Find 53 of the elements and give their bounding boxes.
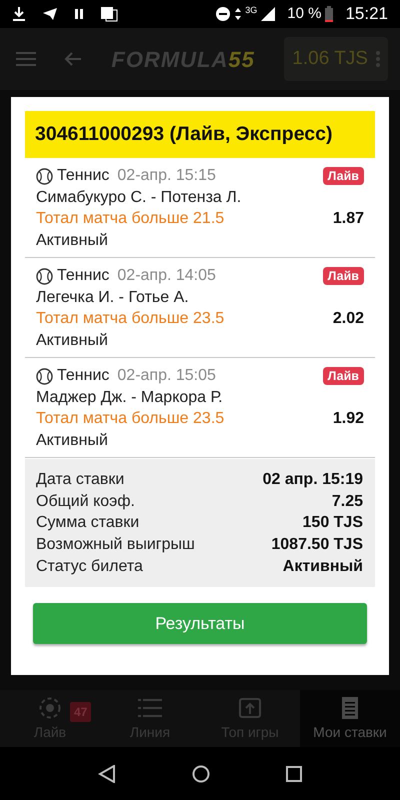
summary-label: Общий коэф. xyxy=(36,492,135,512)
dialog-title: 304611000293 (Лайв, Экспресс) xyxy=(25,111,375,158)
summary-label: Возможный выигрыш xyxy=(36,535,195,556)
bet-market: Тотал матча больше 23.5 xyxy=(36,309,224,330)
summary-value: 150 TJS xyxy=(302,513,363,534)
tennis-ball-icon xyxy=(36,168,53,184)
summary-value: 1087.50 TJS xyxy=(271,535,363,556)
signal-icon xyxy=(261,7,276,21)
summary-label: Статус билета xyxy=(36,556,143,577)
bet-market: Тотал матча больше 23.5 xyxy=(36,409,224,430)
summary-label: Сумма ставки xyxy=(36,513,140,534)
sport-name: Теннис xyxy=(57,266,110,286)
bet-status: Активный xyxy=(36,230,109,251)
data-arrows-icon xyxy=(235,7,242,21)
event-time: 02-апр. 14:05 xyxy=(117,266,216,286)
sport-name: Теннис xyxy=(57,366,110,386)
home-icon[interactable] xyxy=(192,764,210,782)
do-not-disturb-icon xyxy=(215,6,232,22)
match-teams: Легечка И. - Готье А. xyxy=(36,288,190,308)
match-teams: Симабукуро С. - Потенза Л. xyxy=(36,188,242,208)
summary-value: 7.25 xyxy=(332,492,363,512)
tennis-ball-icon xyxy=(36,268,53,284)
summary-label: Дата ставки xyxy=(36,470,124,490)
paper-plane-icon xyxy=(42,7,58,21)
clock: 15:21 xyxy=(345,3,388,26)
battery-level: 10 % xyxy=(287,4,322,24)
tennis-ball-icon xyxy=(36,368,53,384)
live-icon xyxy=(38,696,62,720)
upload-box-icon xyxy=(238,696,262,720)
event-time: 02-апр. 15:05 xyxy=(117,366,216,386)
match-teams: Маджер Дж. - Маркора Р. xyxy=(36,388,224,408)
pause-icon xyxy=(74,8,84,20)
battery-icon xyxy=(325,6,334,22)
sport-name: Теннис xyxy=(57,166,110,186)
bet-odds: 2.02 xyxy=(332,309,364,330)
recents-icon[interactable] xyxy=(286,766,302,782)
event-time: 02-апр. 15:15 xyxy=(117,166,216,186)
live-badge: Лайв xyxy=(322,167,364,185)
results-button[interactable]: Результаты xyxy=(33,603,367,644)
bet-status: Активный xyxy=(36,430,109,451)
network-type: 3G xyxy=(245,4,258,18)
bet-odds: 1.92 xyxy=(332,409,364,430)
bet-status: Активный xyxy=(36,330,109,351)
bet-odds: 1.87 xyxy=(332,209,364,230)
download-icon xyxy=(12,6,26,22)
back-icon[interactable] xyxy=(98,764,116,782)
list-icon xyxy=(138,696,162,720)
summary-value: Активный xyxy=(282,556,363,577)
live-badge: Лайв xyxy=(322,367,364,385)
nav-tab[interactable]: Мои ставки xyxy=(300,690,400,747)
live-badge: Лайв xyxy=(322,267,364,285)
bet-market: Тотал матча больше 21.5 xyxy=(36,209,224,230)
summary-value: 02 апр. 15:19 xyxy=(262,470,363,490)
